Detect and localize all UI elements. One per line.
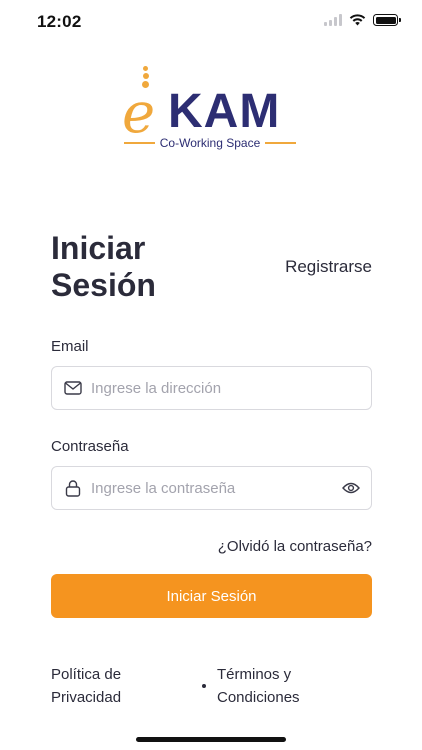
footer-separator-dot bbox=[202, 684, 206, 688]
privacy-line2: Privacidad bbox=[51, 689, 122, 706]
logo-tagline-text: Co-Working Space bbox=[159, 136, 261, 150]
wifi-icon bbox=[349, 14, 366, 26]
ekam-logo: e KAM Co-Working Space bbox=[118, 64, 308, 156]
eye-icon[interactable] bbox=[341, 478, 361, 498]
terms-conditions-link[interactable]: Términos y Condiciones bbox=[217, 663, 327, 709]
status-bar: 12:02 bbox=[0, 0, 422, 44]
status-time: 12:02 bbox=[37, 12, 82, 31]
register-link[interactable]: Registrarse bbox=[285, 257, 372, 277]
email-field[interactable] bbox=[51, 366, 372, 410]
terms-line1: Términos y bbox=[217, 666, 292, 683]
email-label: Email bbox=[51, 338, 89, 355]
password-field[interactable] bbox=[51, 466, 372, 510]
home-indicator bbox=[136, 737, 286, 742]
lock-icon bbox=[63, 478, 83, 498]
logo-brand-name: KAM bbox=[168, 85, 281, 138]
terms-line2: Condiciones bbox=[217, 689, 300, 706]
page-title-line1: Iniciar bbox=[51, 230, 146, 266]
logo-tagline: Co-Working Space bbox=[124, 136, 296, 150]
privacy-policy-link[interactable]: Política de Privacidad bbox=[51, 663, 161, 709]
signal-icon bbox=[324, 14, 342, 26]
login-button[interactable]: Iniciar Sesión bbox=[51, 574, 372, 618]
page-title: Iniciar Sesión bbox=[51, 230, 231, 304]
email-input[interactable] bbox=[83, 367, 371, 409]
page-title-line2: Sesión bbox=[51, 267, 156, 303]
logo-letter-e: e bbox=[122, 81, 156, 146]
status-icons bbox=[324, 14, 401, 26]
password-input[interactable] bbox=[83, 467, 341, 509]
privacy-line1: Política de bbox=[51, 666, 122, 683]
battery-icon bbox=[373, 14, 401, 26]
forgot-password-link[interactable]: ¿Olvidó la contraseña? bbox=[218, 538, 372, 555]
mail-icon bbox=[63, 378, 83, 398]
password-label: Contraseña bbox=[51, 438, 129, 455]
